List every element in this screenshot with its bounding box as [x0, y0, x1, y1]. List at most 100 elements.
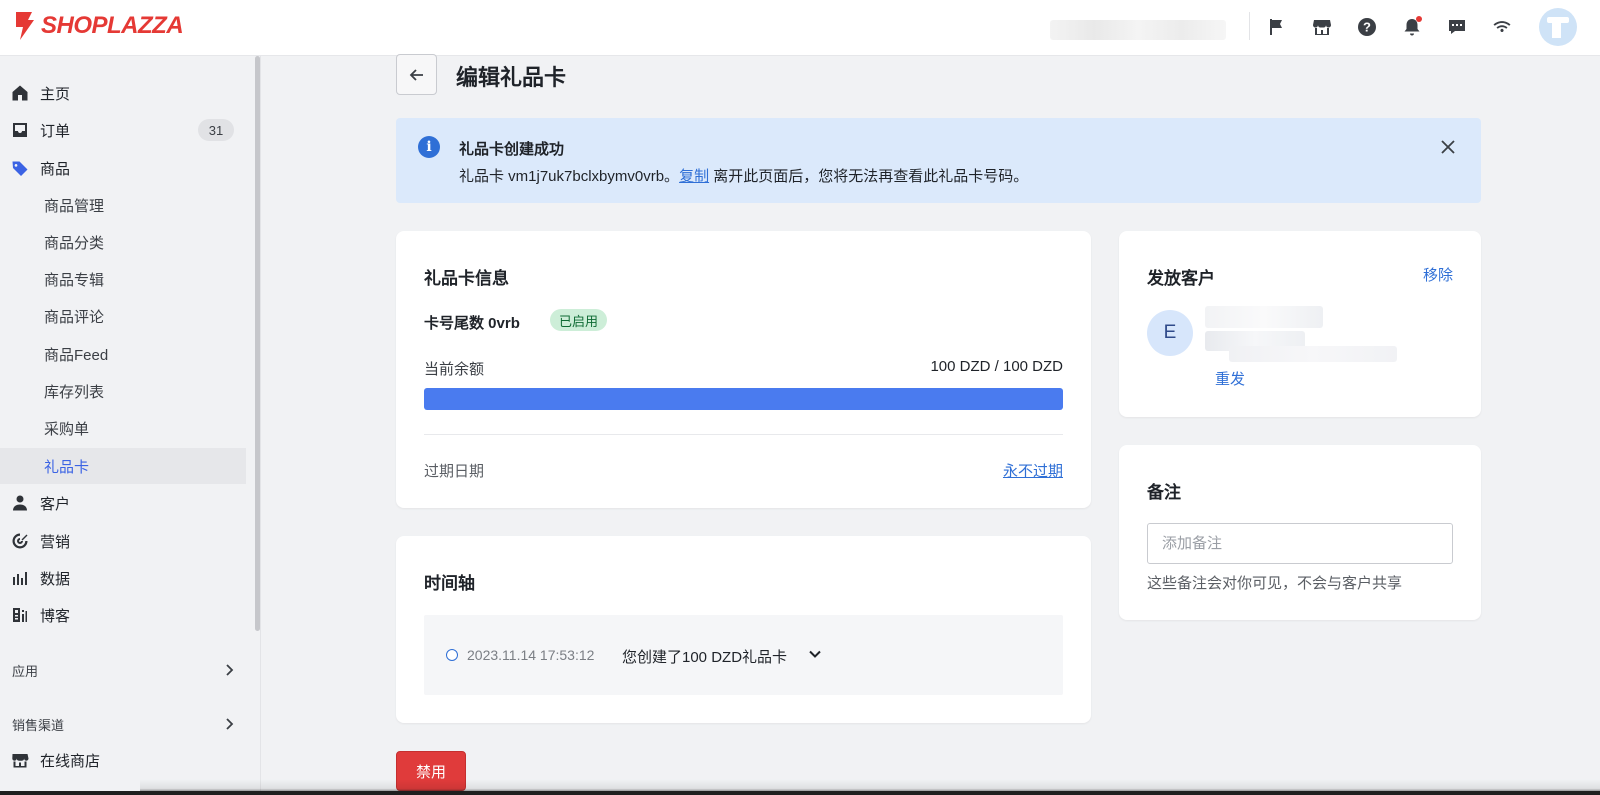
timeline-dot-icon — [446, 649, 458, 661]
sidebar-item-analytics[interactable]: 数据 — [0, 560, 246, 596]
card-suffix: 卡号尾数 0vrb — [424, 315, 520, 332]
chevron-right-icon — [222, 663, 236, 677]
logo-mark-icon — [16, 12, 34, 40]
sidebar-item-marketing[interactable]: 营销 — [0, 523, 246, 559]
success-banner: i 礼品卡创建成功 礼品卡 vm1j7uk7bclxbymv0vrb。复制 离开… — [396, 118, 1481, 203]
status-badge: 已启用 — [550, 309, 608, 331]
sidebar-subitem-product-collections[interactable]: 商品专辑 — [0, 261, 246, 297]
user-icon — [10, 493, 30, 513]
customer-name-redacted — [1205, 306, 1323, 328]
timeline-title: 时间轴 — [424, 574, 475, 593]
timeline-event-description: 您创建了100 DZD礼品卡 — [622, 649, 788, 666]
blog-icon — [10, 605, 30, 625]
sidebar-item-label: 客户 — [40, 495, 71, 513]
customer-card-title: 发放客户 — [1147, 269, 1215, 288]
close-banner-button[interactable] — [1439, 138, 1457, 156]
sidebar-subitem-label: 商品Feed — [44, 346, 109, 364]
customer-avatar: E — [1147, 310, 1193, 356]
balance-progress-bar — [424, 388, 1063, 410]
timeline-event-time: 2023.11.14 17:53:12 — [467, 647, 595, 663]
customer-detail-redacted — [1229, 346, 1397, 362]
inbox-icon — [10, 120, 30, 140]
sidebar-item-home[interactable]: 主页 — [0, 75, 246, 111]
sidebar-subitem-product-categories[interactable]: 商品分类 — [0, 224, 246, 260]
chat-icon[interactable] — [1444, 14, 1470, 40]
topbar-divider — [1249, 12, 1250, 40]
page-title: 编辑礼品卡 — [456, 65, 567, 90]
resend-link[interactable]: 重发 — [1215, 368, 1245, 389]
notification-dot — [1416, 16, 1422, 22]
section-label: 应用 — [12, 663, 39, 679]
section-label: 销售渠道 — [12, 717, 65, 733]
notes-help-text: 这些备注会对你可见，不会与客户共享 — [1147, 575, 1403, 592]
sidebar-item-customers[interactable]: 客户 — [0, 485, 246, 521]
copy-link[interactable]: 复制 — [679, 168, 709, 185]
expiry-date-link[interactable]: 永不过期 — [1003, 460, 1063, 481]
sidebar-subitem-label: 库存列表 — [44, 383, 105, 401]
sidebar-subitem-product-management[interactable]: 商品管理 — [0, 187, 246, 223]
notes-input[interactable] — [1147, 523, 1453, 564]
storefront-icon — [10, 750, 30, 770]
remove-customer-link[interactable]: 移除 — [1423, 264, 1453, 285]
expiry-label: 过期日期 — [424, 463, 485, 480]
sidebar-item-products[interactable]: 商品 — [0, 150, 246, 186]
sidebar-item-label: 商品 — [40, 160, 71, 178]
banner-text-prefix: 礼品卡 vm1j7uk7bclxbymv0vrb。 — [459, 168, 680, 185]
divider — [424, 434, 1063, 435]
home-icon — [10, 83, 30, 103]
balance-value: 100 DZD / 100 DZD — [930, 358, 1063, 375]
timeline-event[interactable]: 2023.11.14 17:53:12 您创建了100 DZD礼品卡 — [424, 615, 1063, 695]
sidebar-subitem-gift-cards[interactable]: 礼品卡 — [0, 448, 246, 484]
flag-icon[interactable] — [1263, 14, 1289, 40]
notes-card: 备注 这些备注会对你可见，不会与客户共享 — [1119, 445, 1481, 620]
arrow-left-icon — [409, 68, 423, 81]
help-icon[interactable]: ? — [1354, 14, 1380, 40]
sidebar-section-sales-channels[interactable]: 销售渠道 — [0, 709, 246, 739]
sidebar-item-label: 博客 — [40, 607, 71, 625]
sidebar-subitem-product-reviews[interactable]: 商品评论 — [0, 298, 246, 334]
target-icon — [10, 531, 30, 551]
avatar-shape — [1552, 23, 1561, 38]
sidebar-subitem-label: 商品专辑 — [44, 271, 105, 289]
orders-count-badge: 31 — [198, 119, 234, 141]
sidebar-subitem-label: 商品管理 — [44, 197, 105, 215]
wifi-icon[interactable] — [1489, 14, 1515, 40]
shoplazza-logo[interactable]: SHOPLAZZA — [12, 10, 184, 42]
top-bar: SHOPLAZZA ? — [0, 0, 1600, 56]
sidebar-item-label: 营销 — [40, 533, 71, 551]
back-button[interactable] — [396, 54, 437, 95]
sidebar-item-blog[interactable]: 博客 — [0, 597, 246, 633]
sidebar-subitem-label: 礼品卡 — [44, 458, 90, 476]
info-icon: i — [418, 136, 440, 158]
tag-icon — [10, 158, 30, 178]
sidebar-item-label: 订单 — [40, 122, 71, 140]
store-name-redacted[interactable] — [1050, 20, 1226, 40]
brand-name: SHOPLAZZA — [41, 12, 184, 39]
sidebar-item-orders[interactable]: 订单 31 — [0, 112, 246, 148]
sidebar-subitem-purchase-orders[interactable]: 采购单 — [0, 410, 246, 446]
balance-progress-fill — [424, 388, 1063, 410]
notes-title: 备注 — [1147, 483, 1181, 502]
sidebar-subitem-label: 采购单 — [44, 420, 90, 438]
bell-icon[interactable] — [1399, 14, 1425, 40]
banner-message: 礼品卡 vm1j7uk7bclxbymv0vrb。复制 离开此页面后，您将无法再… — [459, 165, 1028, 186]
chevron-right-icon — [222, 717, 236, 731]
sidebar-item-label: 主页 — [40, 85, 71, 103]
chevron-down-icon[interactable] — [808, 647, 822, 661]
user-avatar[interactable] — [1539, 8, 1577, 46]
timeline-card: 时间轴 2023.11.14 17:53:12 您创建了100 DZD礼品卡 — [396, 536, 1091, 723]
sidebar-divider — [260, 56, 261, 795]
customer-card: 发放客户 移除 E 重发 — [1119, 231, 1481, 417]
bottom-edge — [0, 791, 1600, 795]
store-icon[interactable] — [1309, 14, 1335, 40]
close-icon — [1441, 140, 1455, 154]
balance-label: 当前余额 — [424, 361, 485, 378]
sidebar-subitem-label: 商品分类 — [44, 234, 105, 252]
sidebar-subitem-product-feed[interactable]: 商品Feed — [0, 336, 246, 372]
sidebar-section-apps[interactable]: 应用 — [0, 655, 246, 685]
gift-card-info-card: 礼品卡信息 卡号尾数 0vrb 已启用 当前余额 100 DZD / 100 D… — [396, 231, 1091, 508]
sidebar-item-label: 在线商店 — [40, 752, 101, 770]
sidebar-subitem-inventory[interactable]: 库存列表 — [0, 373, 246, 409]
sidebar-item-online-store[interactable]: 在线商店 — [0, 742, 246, 778]
sidebar-subitem-label: 商品评论 — [44, 308, 105, 326]
